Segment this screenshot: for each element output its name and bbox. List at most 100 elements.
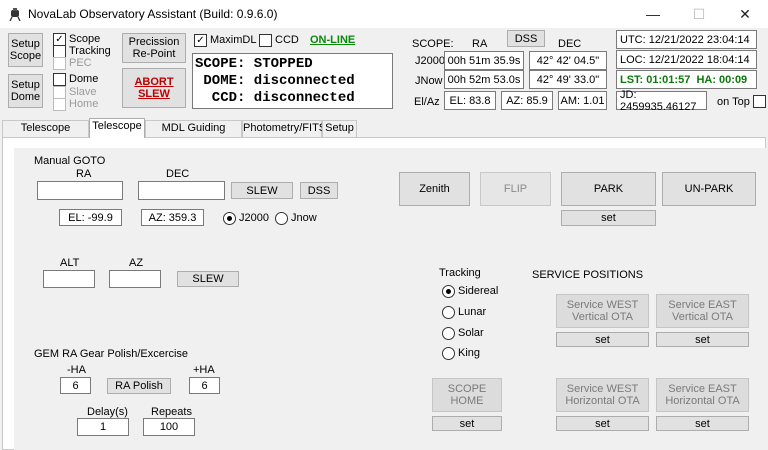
setup-dome-button[interactable]: Setup Dome (8, 74, 43, 108)
j2000-dec-readout: 42° 42' 04.5" (529, 51, 607, 70)
service-west-vertical-set-button[interactable]: set (556, 332, 649, 347)
on-top-checkbox[interactable] (753, 95, 766, 108)
slave-checkbox-label: Slave (69, 86, 97, 98)
delay-input[interactable]: 1 (77, 418, 129, 436)
goto-ra-input[interactable] (37, 181, 123, 200)
service-east-horizontal-button[interactable]: Service EAST Horizontal OTA (656, 378, 749, 412)
park-button[interactable]: PARK (561, 172, 656, 206)
maximize-button[interactable]: ☐ (676, 0, 722, 28)
goto-dec-input[interactable] (138, 181, 225, 200)
minus-ha-input[interactable]: 6 (60, 377, 91, 394)
alt-label: ALT (60, 257, 80, 269)
zenith-button[interactable]: Zenith (399, 172, 470, 206)
home-checkbox[interactable] (53, 98, 66, 111)
scope-home-button[interactable]: SCOPE HOME (432, 378, 502, 412)
el-readout: EL: 83.8 (444, 91, 496, 110)
abort-slew-button[interactable]: ABORT SLEW (122, 68, 186, 108)
status-line-scope: SCOPE: STOPPED (195, 56, 313, 72)
minus-ha-label: -HA (67, 364, 86, 376)
repeats-input[interactable]: 100 (143, 418, 195, 436)
home-checkbox-label: Home (69, 98, 99, 110)
tracking-sidereal-label: Sidereal (458, 285, 499, 297)
service-east-vertical-set-button[interactable]: set (656, 332, 749, 347)
title-bar: NovaLab Observatory Assistant (Build: 0.… (0, 0, 768, 28)
park-set-button[interactable]: set (561, 210, 656, 226)
maximdl-checkbox[interactable]: ✓ (194, 34, 207, 47)
lst-ha-readout: LST: 01:01:57 HA: 00:09 (616, 70, 757, 89)
utc-readout: UTC: 12/21/2022 23:04:14 (616, 30, 757, 49)
goto-slew-button[interactable]: SLEW (231, 182, 293, 199)
dome-checkbox[interactable] (53, 73, 66, 86)
precision-repoint-button[interactable]: Precission Re-Point (122, 33, 186, 63)
tracking-checkbox-label: Tracking (69, 45, 111, 57)
service-positions-label: SERVICE POSITIONS (532, 269, 644, 281)
scope-home-set-button[interactable]: set (432, 416, 502, 431)
status-display: SCOPE: STOPPED DOME: disconnected CCD: d… (192, 53, 393, 109)
manual-goto-label: Manual GOTO (34, 155, 106, 167)
jnow-row-label: JNow (415, 75, 443, 87)
plus-ha-label: +HA (193, 364, 215, 376)
az-label: AZ (129, 257, 144, 269)
dec-header: DEC (558, 38, 582, 50)
am-readout: AM: 1.01 (558, 91, 607, 110)
j2000-ra-readout: 00h 51m 35.9s (444, 51, 524, 70)
minimize-button[interactable]: — (630, 0, 676, 28)
tab-strip: Telescope Memory Telescope MDL Guiding M… (0, 118, 768, 149)
tab-photometry-fits[interactable]: Photometry/FITS (242, 120, 326, 137)
tab-telescope[interactable]: Telescope (89, 118, 145, 138)
service-west-horizontal-button[interactable]: Service WEST Horizontal OTA (556, 378, 649, 412)
az-readout: AZ: 85.9 (501, 91, 553, 110)
ccd-checkbox-label: CCD (275, 34, 299, 46)
tracking-solar-radio[interactable] (442, 327, 455, 340)
altaz-slew-button[interactable]: SLEW (177, 271, 239, 287)
scope-checkbox-label: Scope (69, 33, 101, 45)
jnow-dec-readout: 42° 49' 33.0" (529, 70, 607, 89)
pec-checkbox[interactable] (53, 57, 66, 70)
plus-ha-input[interactable]: 6 (189, 377, 220, 394)
ra-header: RA (472, 38, 488, 50)
epoch-j2000-label: J2000 (239, 212, 269, 224)
pec-checkbox-label: PEC (69, 57, 92, 69)
ra-polish-button[interactable]: RA Polish (107, 378, 171, 394)
tracking-king-label: King (458, 347, 481, 359)
flip-button[interactable]: FLIP (480, 172, 551, 206)
epoch-jnow-label: Jnow (291, 212, 317, 224)
delay-label: Delay(s) (87, 406, 128, 418)
telescope-app-icon (9, 8, 21, 21)
tab-telescope-memory[interactable]: Telescope Memory (2, 120, 89, 149)
scope-coords-label: SCOPE: (412, 38, 454, 50)
status-line-ccd: CCD: disconnected (195, 90, 355, 106)
epoch-j2000-radio[interactable] (223, 212, 236, 225)
tab-mdl-guiding-monitor[interactable]: MDL Guiding Monitor (145, 120, 242, 149)
tab-setup[interactable]: Setup (322, 120, 357, 137)
local-time-readout: LOC: 12/21/2022 18:04:14 (616, 50, 757, 69)
tracking-king-radio[interactable] (442, 347, 455, 360)
tracking-sidereal-radio[interactable] (442, 285, 455, 298)
service-west-vertical-button[interactable]: Service WEST Vertical OTA (556, 294, 649, 328)
lst-value: LST: 01:01:57 (620, 73, 691, 86)
dss-top-button[interactable]: DSS (507, 30, 545, 47)
on-top-label: on Top (717, 96, 750, 108)
epoch-jnow-radio[interactable] (275, 212, 288, 225)
tracking-lunar-label: Lunar (458, 306, 487, 318)
az-input[interactable] (109, 270, 161, 288)
service-east-horizontal-set-button[interactable]: set (656, 416, 749, 431)
goto-dss-button[interactable]: DSS (300, 182, 338, 199)
alt-input[interactable] (43, 270, 95, 288)
tracking-rate-label: Tracking (439, 267, 481, 279)
setup-scope-button[interactable]: Setup Scope (8, 33, 43, 67)
ccd-checkbox[interactable] (259, 34, 272, 47)
goto-dec-label: DEC (166, 168, 190, 180)
service-west-horizontal-set-button[interactable]: set (556, 416, 649, 431)
window-title: NovaLab Observatory Assistant (Build: 0.… (28, 7, 278, 21)
close-button[interactable]: ✕ (722, 0, 768, 28)
goto-ra-label: RA (76, 168, 92, 180)
tracking-lunar-radio[interactable] (442, 306, 455, 319)
jd-readout: JD: 2459935.46127 (616, 89, 707, 113)
elaz-row-label: El/Az (414, 96, 440, 108)
unpark-button[interactable]: UN-PARK (662, 172, 756, 206)
gem-polish-label: GEM RA Gear Polish/Excercise (34, 348, 189, 360)
status-line-dome: DOME: disconnected (195, 73, 355, 89)
online-status-link[interactable]: ON-LINE (310, 34, 355, 46)
service-east-vertical-button[interactable]: Service EAST Vertical OTA (656, 294, 749, 328)
